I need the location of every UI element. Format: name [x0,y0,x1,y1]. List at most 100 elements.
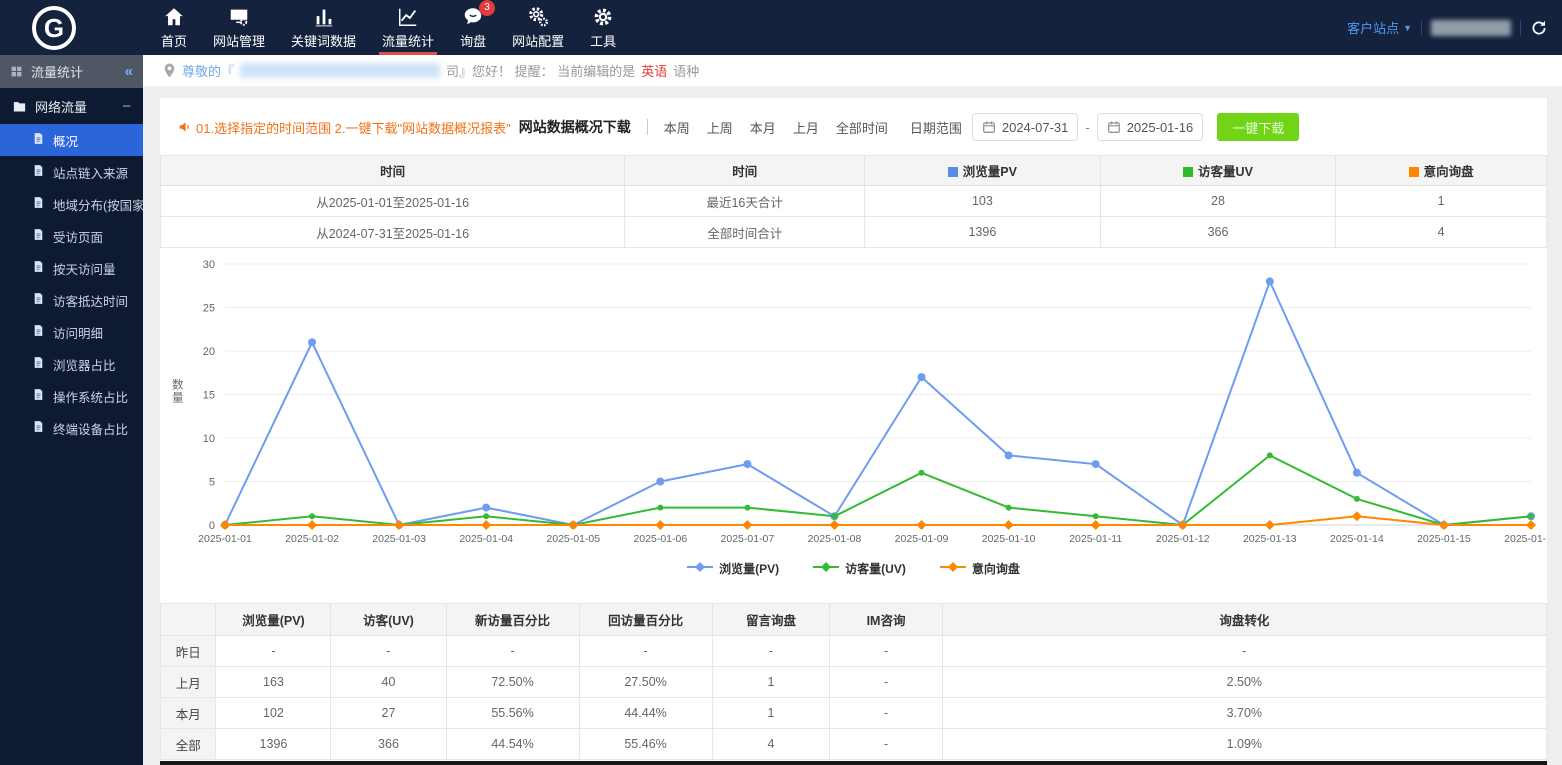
nav-item-traffic-stats[interactable]: 流量统计 [369,0,447,55]
summary-cell: 1396 [865,217,1101,248]
stats-cell: 55.56% [446,698,579,729]
quick-range-link[interactable]: 上月 [793,118,819,137]
svg-text:2025-01-16: 2025-01-16 [1504,533,1547,545]
stats-row-label: 昨日 [161,636,216,667]
series-color-square [1409,167,1419,177]
stats-column-header [161,604,216,636]
nav-item-tools[interactable]: 工具 [577,0,629,55]
stats-cell: - [830,729,942,760]
notice-bar: 尊敬的『 司』您好！ 提醒： 当前编辑的是 英语 语种 [143,55,1562,87]
date-to-picker[interactable]: 2025-01-16 [1097,113,1204,141]
stats-cell: 72.50% [446,667,579,698]
summary-cell: 从2024-07-31至2025-01-16 [161,217,625,248]
sidebar-item-label: 终端设备占比 [53,419,128,438]
nav-item-label: 询盘 [460,31,486,50]
stats-cell: 4 [712,729,830,760]
sidebar-item-overview[interactable]: 概况 [0,124,143,156]
sidebar-item-label: 地域分布(按国家) [53,195,149,214]
refresh-icon[interactable] [1530,19,1548,37]
nav-item-label: 工具 [590,31,616,50]
sidebar-item-os-share[interactable]: 操作系统占比 [0,380,143,412]
nav-item-site-manage[interactable]: 网站管理 [200,0,278,55]
svg-text:2025-01-12: 2025-01-12 [1156,533,1210,545]
top-navigation: 首页网站管理关键词数据流量统计 3 询盘网站配置工具 [148,0,629,55]
legend-label: 意向询盘 [972,560,1020,577]
svg-text:2025-01-04: 2025-01-04 [459,533,513,545]
customer-site-dropdown[interactable]: 客户站点 ▼ [1347,18,1412,37]
collapse-sidebar-icon[interactable]: « [125,63,133,80]
sidebar-group-network-traffic[interactable]: 网络流量 − [0,88,143,124]
quick-range-link[interactable]: 本月 [750,118,776,137]
quick-range-link[interactable]: 上周 [707,118,733,137]
stats-cell: - [830,636,942,667]
doc-icon [32,356,45,372]
one-click-download-button[interactable]: 一键下载 [1217,113,1299,141]
download-tip: 01.选择指定的时间范围 2.一键下载"网站数据概况报表" [178,118,511,137]
sidebar-items: 概况站点链入来源地域分布(按国家)受访页面按天访问量访客抵达时间访问明细浏览器占… [0,124,143,444]
date-range-label: 日期范围 [910,118,962,137]
date-dash: - [1085,120,1089,135]
legend-item[interactable]: 访客量(UV) [813,559,906,577]
site-manage-icon [228,6,250,28]
stats-cell: 163 [216,667,331,698]
stats-cell: 1396 [216,729,331,760]
summary-cell: 28 [1100,186,1336,217]
stats-cell: - [712,636,830,667]
controls-row: 01.选择指定的时间范围 2.一键下载"网站数据概况报表" 网站数据概况下载 本… [178,112,1529,142]
summary-column-header: 时间 [625,156,865,186]
nav-item-home[interactable]: 首页 [148,0,200,55]
quick-range-link[interactable]: 本周 [664,118,690,137]
collapse-group-icon[interactable]: − [122,98,131,115]
sidebar-item-visited-pages[interactable]: 受访页面 [0,220,143,252]
stats-row-label: 全部 [161,729,216,760]
legend-item[interactable]: 意向询盘 [940,559,1020,577]
svg-text:2025-01-11: 2025-01-11 [1069,533,1122,545]
svg-text:30: 30 [203,259,215,271]
stats-row-label: 本月 [161,698,216,729]
stats-row: 本月1022755.56%44.44%1-3.70% [161,698,1547,729]
notice-suffix: 司』您好！ 提醒： 当前编辑的是 [446,61,635,80]
main-area: 尊敬的『 司』您好！ 提醒： 当前编辑的是 英语 语种 01.选择指定的时间范围… [143,55,1562,765]
svg-text:数量: 数量 [172,378,184,405]
summary-cell: 从2025-01-01至2025-01-16 [161,186,625,217]
sidebar-item-geo-by-country[interactable]: 地域分布(按国家) [0,188,143,220]
topbar-right: 客户站点 ▼ [1347,0,1548,55]
sidebar-item-inbound-sources[interactable]: 站点链入来源 [0,156,143,188]
sidebar-item-label: 操作系统占比 [53,387,128,406]
legend-item[interactable]: 浏览量(PV) [687,559,779,577]
sidebar-item-visit-details[interactable]: 访问明细 [0,316,143,348]
sidebar-item-device-share[interactable]: 终端设备占比 [0,412,143,444]
summary-cell: 全部时间合计 [625,217,865,248]
nav-item-inquiry[interactable]: 3 询盘 [447,0,499,55]
svg-text:15: 15 [203,390,215,402]
sidebar-item-label: 概况 [53,131,78,150]
section-title: 网站数据概况下载 [519,117,631,137]
stats-table: 浏览量(PV)访客(UV)新访量百分比回访量百分比留言询盘IM咨询询盘转化昨日-… [160,603,1547,760]
quick-range-links: 本周上周本月上月全部时间 [664,118,888,137]
inquiry-count-badge: 3 [479,0,495,16]
stats-cell: 3.70% [942,698,1546,729]
legend-label: 浏览量(PV) [719,560,779,577]
date-from-picker[interactable]: 2024-07-31 [972,113,1079,141]
sidebar-item-browser-share[interactable]: 浏览器占比 [0,348,143,380]
svg-text:2025-01-03: 2025-01-03 [372,533,426,545]
nav-item-site-config[interactable]: 网站配置 [499,0,577,55]
overview-card: 01.选择指定的时间范围 2.一键下载"网站数据概况报表" 网站数据概况下载 本… [160,98,1547,765]
sidebar-item-arrival-time[interactable]: 访客抵达时间 [0,284,143,316]
stats-row: 上月1634072.50%27.50%1-2.50% [161,667,1547,698]
nav-item-keyword-data[interactable]: 关键词数据 [278,0,369,55]
traffic-line-chart[interactable]: 051015202530数量2025-01-012025-01-022025-0… [160,250,1547,548]
sidebar-item-visits-by-day[interactable]: 按天访问量 [0,252,143,284]
svg-text:2025-01-08: 2025-01-08 [808,533,862,545]
stats-cell: - [942,636,1546,667]
stats-cell: - [446,636,579,667]
app-logo[interactable]: G [32,6,76,50]
summary-column-header: 访客量UV [1100,156,1336,186]
nav-item-label: 网站管理 [213,31,265,50]
divider [647,119,648,135]
date-from-value: 2024-07-31 [1002,120,1069,135]
customer-site-label: 客户站点 [1347,18,1399,37]
sidebar-item-label: 浏览器占比 [53,355,116,374]
quick-range-link[interactable]: 全部时间 [836,118,888,137]
svg-text:2025-01-13: 2025-01-13 [1243,533,1297,545]
